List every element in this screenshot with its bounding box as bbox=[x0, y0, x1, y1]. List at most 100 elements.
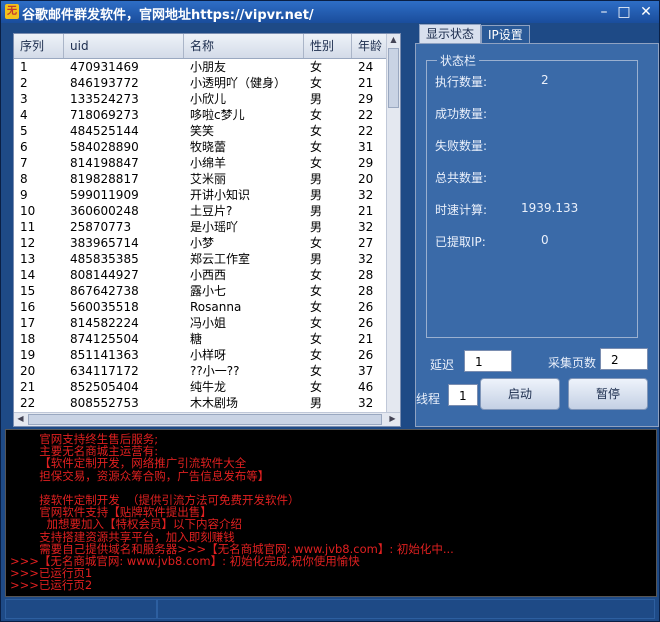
table-cell: 小透明吖（健身） bbox=[190, 76, 287, 90]
log-console[interactable]: 官网支持终生售后服务; 主要无名商城主运营有: 【软件定制开发，网络推广引流软件… bbox=[5, 429, 657, 597]
table-cell: 599011909 bbox=[70, 188, 139, 202]
table-row[interactable]: 9 599011909 开讲小知识男 32 bbox=[14, 187, 394, 203]
table-cell: 2 bbox=[20, 76, 28, 90]
table-row[interactable]: 20 634117172 ??小一?? 女 37 bbox=[14, 363, 394, 379]
scroll-right-arrow-icon[interactable]: ▶ bbox=[386, 414, 399, 423]
table-row[interactable]: 10 360600248 土豆片? 男 21 bbox=[14, 203, 394, 219]
table-cell: 22 bbox=[20, 396, 36, 410]
log-line: >>>【无名商城官网: www.jvb8.com】: 初始化完成,祝你使用愉快 bbox=[10, 554, 360, 568]
log-line: 支持搭建资源共享平台，加入即刻赚钱 bbox=[10, 529, 235, 544]
log-line: 【软件定制开发，网络推广引流软件大全 bbox=[10, 456, 247, 471]
table-cell: 女 bbox=[310, 76, 323, 90]
table-cell: 3 bbox=[20, 92, 28, 106]
table-cell: 女 bbox=[310, 140, 323, 154]
minimize-button[interactable]: – bbox=[593, 3, 615, 21]
table-cell: 852505404 bbox=[70, 380, 139, 394]
table-cell: 男 bbox=[310, 204, 323, 218]
table-row[interactable]: 2 846193772 小透明吖（健身）女 21 bbox=[14, 75, 394, 91]
table-row[interactable]: 21 852505404 纯牛龙女 46 bbox=[14, 379, 394, 395]
table-cell: 冯小姐 bbox=[190, 316, 227, 330]
table-cell: 男 bbox=[310, 172, 323, 186]
table-cell: 男 bbox=[310, 92, 323, 106]
tab-ip-settings[interactable]: IP设置 bbox=[481, 25, 530, 44]
table-row[interactable]: 5 484525144 笑笑女 22 bbox=[14, 123, 394, 139]
table-cell: 16 bbox=[20, 300, 36, 314]
scroll-left-arrow-icon[interactable]: ◀ bbox=[14, 414, 27, 423]
log-line: 主要无名商城主运营有: bbox=[10, 444, 159, 459]
table-row[interactable]: 18 874125504 糖女 21 bbox=[14, 331, 394, 347]
delay-input[interactable]: 1 bbox=[464, 350, 512, 372]
start-button[interactable]: 启动 bbox=[480, 378, 560, 410]
table-row[interactable]: 11 25870773 是小瑶吖男 32 bbox=[14, 219, 394, 235]
table-row[interactable]: 7 814198847 小绵羊女 29 bbox=[14, 155, 394, 171]
table-cell: 小样呀 bbox=[190, 348, 227, 362]
stat-executed-value: 2 bbox=[541, 73, 549, 87]
table-row[interactable]: 6 584028890 牧晓蕾女 31 bbox=[14, 139, 394, 155]
table-cell: 哆啦c梦儿 bbox=[190, 108, 245, 122]
stat-ip-label: 已提取IP: bbox=[435, 235, 486, 249]
table-row[interactable]: 3 133524273 小欣儿男 29 bbox=[14, 91, 394, 107]
table-cell: 女 bbox=[310, 108, 323, 122]
title-bar[interactable]: 无 谷歌邮件群发软件，官网地址https://vipvr.net/ – □ ✕ bbox=[1, 1, 659, 23]
table-cell: 6 bbox=[20, 140, 28, 154]
list-rows: 1 470931469 小朋友女 24 2 846193772 小透明吖（健身）女 21 3 13… bbox=[14, 59, 394, 411]
vertical-scroll-thumb[interactable] bbox=[388, 48, 399, 108]
log-line: 接软件定制开发 （提供引流方法可免费开发软件） bbox=[10, 493, 300, 507]
horizontal-scroll-thumb[interactable] bbox=[28, 414, 382, 425]
column-header-uid[interactable]: uid bbox=[64, 34, 184, 58]
table-cell: 小西西 bbox=[190, 268, 227, 282]
table-cell: 21 bbox=[20, 380, 36, 394]
table-cell: 小朋友 bbox=[190, 60, 227, 74]
table-row[interactable]: 16 560035518 Rosanna 女 26 bbox=[14, 299, 394, 315]
table-row[interactable]: 22 808552753 木木剧场男 32 bbox=[14, 395, 394, 411]
scroll-up-arrow-icon[interactable]: ▲ bbox=[387, 35, 400, 44]
log-line: 官网支持终生售后服务; bbox=[10, 432, 159, 446]
table-cell: 634117172 bbox=[70, 364, 139, 378]
table-row[interactable]: 15 867642738 露小七女 28 bbox=[14, 283, 394, 299]
app-window: 无 谷歌邮件群发软件，官网地址https://vipvr.net/ – □ ✕ … bbox=[0, 0, 660, 622]
pages-input[interactable]: 2 bbox=[600, 348, 648, 370]
status-group-title: 状态栏 bbox=[437, 52, 480, 69]
user-list[interactable]: 序列 uid 名称 性别 年龄 1 470931469 小朋友女 24 2 8461937… bbox=[13, 33, 401, 427]
table-row[interactable]: 8 819828817 艾米丽男 20 bbox=[14, 171, 394, 187]
table-cell: 874125504 bbox=[70, 332, 139, 346]
pause-button[interactable]: 暂停 bbox=[568, 378, 648, 410]
table-cell: 25870773 bbox=[70, 220, 132, 234]
table-row[interactable]: 4 718069273 哆啦c梦儿女 22 bbox=[14, 107, 394, 123]
table-cell: 女 bbox=[310, 236, 323, 250]
table-cell: 133524273 bbox=[70, 92, 139, 106]
tab-display-status[interactable]: 显示状态 bbox=[419, 24, 482, 45]
table-row[interactable]: 1 470931469 小朋友女 24 bbox=[14, 59, 394, 75]
stat-failed-label: 失败数量: bbox=[435, 139, 488, 153]
table-cell: 笑笑 bbox=[190, 124, 215, 138]
table-cell: 17 bbox=[20, 316, 36, 330]
table-cell: Rosanna bbox=[190, 300, 242, 314]
table-cell: 小梦 bbox=[190, 236, 215, 250]
column-header-gender[interactable]: 性别 bbox=[304, 34, 352, 58]
table-cell: 4 bbox=[20, 108, 28, 122]
table-cell: 露小七 bbox=[190, 284, 227, 298]
horizontal-scrollbar[interactable]: ◀ ▶ bbox=[14, 412, 400, 426]
table-cell: 男 bbox=[310, 220, 323, 234]
column-header-index[interactable]: 序列 bbox=[14, 34, 64, 58]
table-cell: 女 bbox=[310, 300, 323, 314]
table-row[interactable]: 14 808144927 小西西女 28 bbox=[14, 267, 394, 283]
vertical-scrollbar[interactable]: ▲ bbox=[386, 34, 400, 413]
table-cell: 郑云工作室 bbox=[190, 252, 251, 266]
log-line: >>>已运行页2 bbox=[10, 578, 93, 593]
table-cell: 808552753 bbox=[70, 396, 139, 410]
list-header: 序列 uid 名称 性别 年龄 bbox=[14, 34, 394, 59]
table-cell: 19 bbox=[20, 348, 36, 362]
table-row[interactable]: 19 851141363 小样呀女 26 bbox=[14, 347, 394, 363]
maximize-button[interactable]: □ bbox=[613, 3, 635, 21]
close-button[interactable]: ✕ bbox=[635, 3, 657, 21]
table-cell: 14 bbox=[20, 268, 36, 282]
table-row[interactable]: 17 814582224 冯小姐女 26 bbox=[14, 315, 394, 331]
delay-label: 延迟 bbox=[430, 358, 455, 372]
threads-input[interactable]: 1 bbox=[448, 384, 478, 406]
table-row[interactable]: 13 485835385 郑云工作室男 32 bbox=[14, 251, 394, 267]
app-logo-icon: 无 bbox=[5, 4, 19, 19]
column-header-name[interactable]: 名称 bbox=[184, 34, 304, 58]
client-area: 序列 uid 名称 性别 年龄 1 470931469 小朋友女 24 2 8461937… bbox=[5, 24, 659, 621]
table-row[interactable]: 12 383965714 小梦女 27 bbox=[14, 235, 394, 251]
